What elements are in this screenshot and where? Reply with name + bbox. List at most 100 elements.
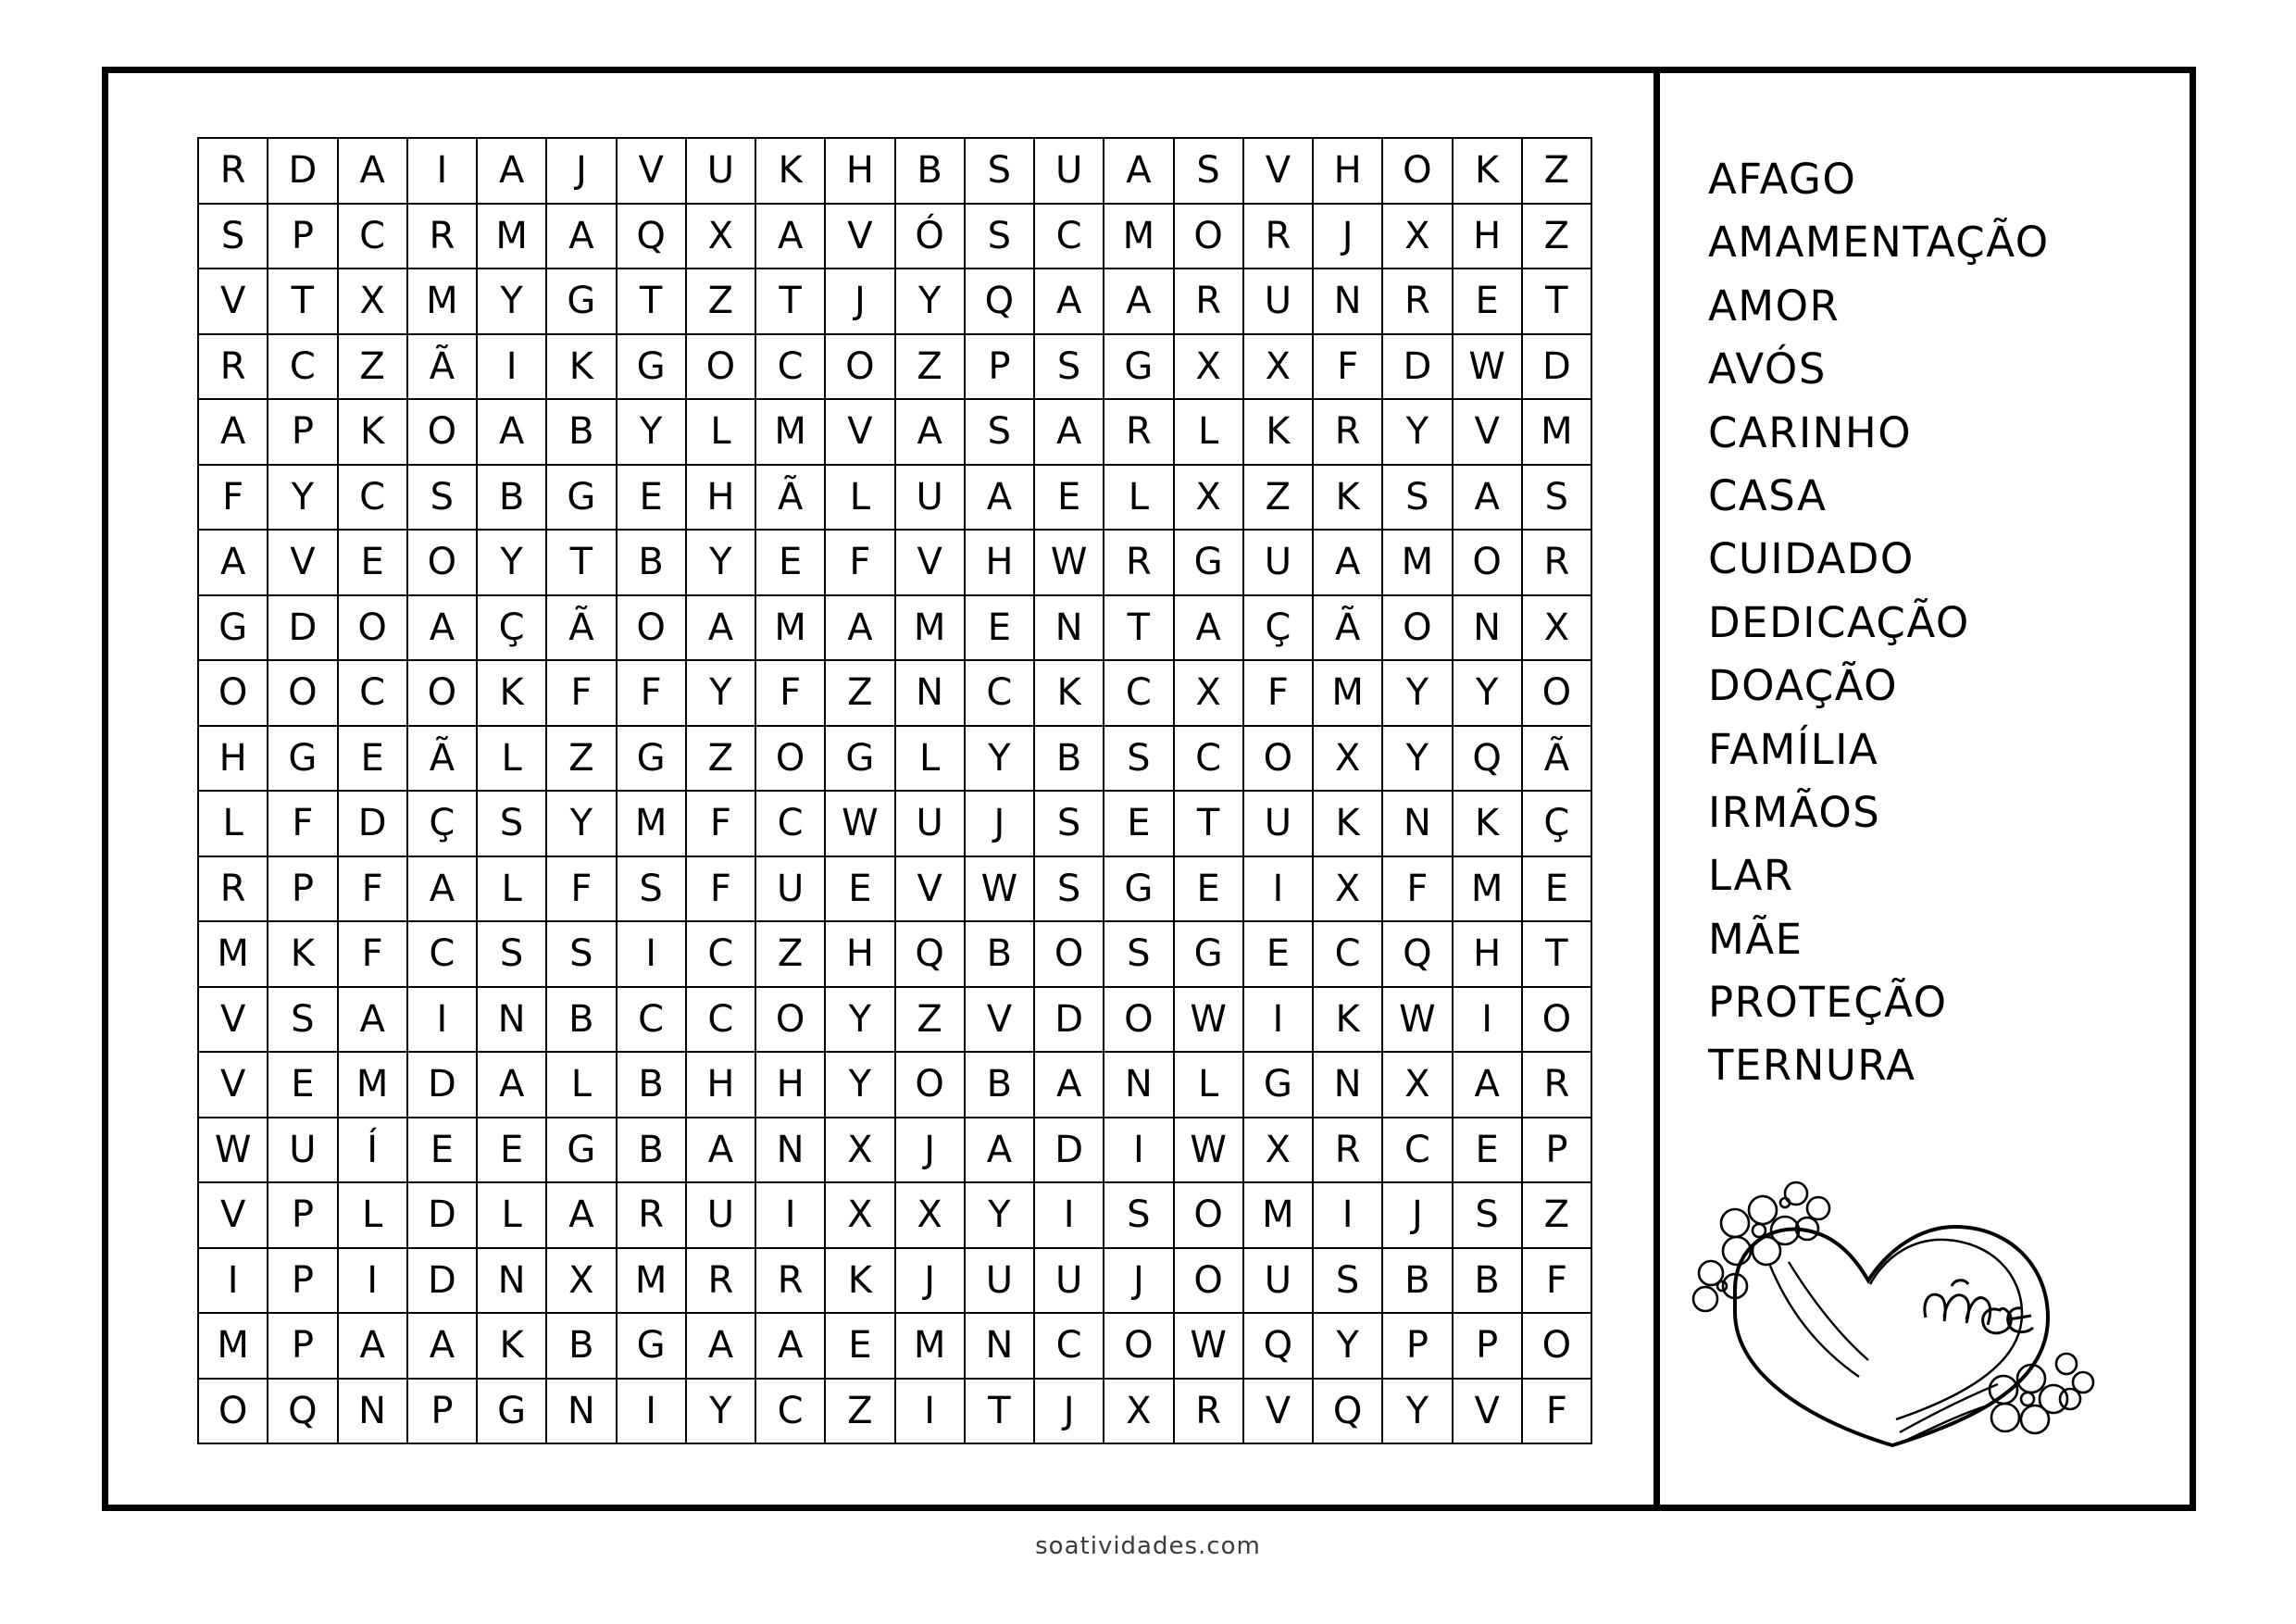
grid-cell[interactable]: H — [684, 463, 757, 531]
grid-cell[interactable]: U — [1032, 137, 1105, 205]
grid-cell[interactable]: V — [1451, 1377, 1523, 1444]
grid-cell[interactable]: H — [684, 1051, 757, 1118]
grid-cell[interactable]: X — [1381, 202, 1454, 269]
grid-cell[interactable]: S — [963, 398, 1036, 466]
grid-cell[interactable]: Y — [1381, 724, 1454, 792]
grid-cell[interactable]: P — [267, 202, 339, 269]
grid-cell[interactable]: M — [1242, 1181, 1315, 1249]
grid-cell[interactable]: W — [1172, 985, 1244, 1053]
grid-cell[interactable]: A — [1032, 268, 1105, 335]
grid-cell[interactable]: A — [824, 593, 896, 661]
grid-cell[interactable]: K — [475, 1312, 548, 1380]
grid-cell[interactable]: Y — [475, 529, 548, 596]
grid-cell[interactable]: L — [336, 1181, 408, 1249]
grid-cell[interactable]: O — [196, 659, 269, 727]
grid-cell[interactable]: M — [196, 1312, 269, 1380]
word-list-item[interactable]: AFAGO — [1708, 148, 2143, 211]
grid-cell[interactable]: G — [615, 1312, 687, 1380]
grid-cell[interactable]: Ç — [1242, 593, 1315, 661]
grid-cell[interactable]: X — [1381, 1051, 1454, 1118]
grid-cell[interactable]: A — [336, 985, 408, 1053]
grid-cell[interactable]: R — [1520, 529, 1593, 596]
grid-cell[interactable]: L — [893, 724, 966, 792]
grid-cell[interactable]: L — [475, 855, 548, 922]
grid-cell[interactable]: Z — [336, 332, 408, 400]
grid-cell[interactable]: M — [406, 268, 479, 335]
grid-cell[interactable]: G — [196, 593, 269, 661]
grid-cell[interactable]: F — [545, 659, 618, 727]
grid-cell[interactable]: C — [754, 332, 827, 400]
grid-cell[interactable]: C — [1032, 202, 1105, 269]
grid-cell[interactable]: O — [1520, 985, 1593, 1053]
grid-cell[interactable]: V — [1451, 398, 1523, 466]
grid-cell[interactable]: S — [1032, 790, 1105, 857]
grid-cell[interactable]: K — [1242, 398, 1315, 466]
grid-cell[interactable]: Ã — [754, 463, 827, 531]
grid-cell[interactable]: E — [267, 1051, 339, 1118]
grid-cell[interactable]: T — [615, 268, 687, 335]
grid-cell[interactable]: K — [336, 398, 408, 466]
grid-cell[interactable]: O — [1520, 659, 1593, 727]
grid-cell[interactable]: A — [1172, 593, 1244, 661]
grid-cell[interactable]: I — [754, 1181, 827, 1249]
grid-cell[interactable]: U — [684, 137, 757, 205]
grid-cell[interactable]: A — [475, 398, 548, 466]
grid-cell[interactable]: X — [684, 202, 757, 269]
grid-cell[interactable]: Y — [963, 724, 1036, 792]
grid-cell[interactable]: O — [196, 1377, 269, 1444]
grid-cell[interactable]: Y — [615, 398, 687, 466]
grid-cell[interactable]: N — [963, 1312, 1036, 1380]
grid-cell[interactable]: J — [824, 268, 896, 335]
grid-cell[interactable]: Ç — [475, 593, 548, 661]
grid-cell[interactable]: Z — [893, 332, 966, 400]
grid-cell[interactable]: F — [1311, 332, 1384, 400]
grid-cell[interactable]: A — [963, 463, 1036, 531]
grid-cell[interactable]: A — [684, 593, 757, 661]
grid-cell[interactable]: N — [1103, 1051, 1175, 1118]
grid-cell[interactable]: E — [963, 593, 1036, 661]
grid-cell[interactable]: I — [1242, 855, 1315, 922]
grid-cell[interactable]: N — [475, 985, 548, 1053]
grid-cell[interactable]: Ã — [406, 724, 479, 792]
grid-cell[interactable]: N — [1381, 790, 1454, 857]
grid-cell[interactable]: Q — [893, 920, 966, 988]
grid-cell[interactable]: Y — [684, 529, 757, 596]
grid-cell[interactable]: S — [1032, 332, 1105, 400]
grid-cell[interactable]: U — [267, 1116, 339, 1183]
grid-cell[interactable]: M — [893, 593, 966, 661]
grid-cell[interactable]: V — [824, 202, 896, 269]
grid-cell[interactable]: Y — [545, 790, 618, 857]
grid-cell[interactable]: P — [1381, 1312, 1454, 1380]
grid-cell[interactable]: C — [684, 920, 757, 988]
word-list-item[interactable]: CARINHO — [1708, 402, 2143, 465]
grid-cell[interactable]: Y — [824, 1051, 896, 1118]
grid-cell[interactable]: Í — [336, 1116, 408, 1183]
grid-cell[interactable]: C — [406, 920, 479, 988]
grid-cell[interactable]: O — [754, 985, 827, 1053]
grid-cell[interactable]: S — [963, 137, 1036, 205]
grid-cell[interactable]: K — [1451, 790, 1523, 857]
grid-cell[interactable]: O — [336, 593, 408, 661]
grid-cell[interactable]: D — [406, 1246, 479, 1314]
grid-cell[interactable]: G — [545, 268, 618, 335]
grid-cell[interactable]: M — [615, 790, 687, 857]
word-list-item[interactable]: TERNURA — [1708, 1034, 2143, 1097]
grid-cell[interactable]: B — [615, 1116, 687, 1183]
grid-cell[interactable]: I — [336, 1246, 408, 1314]
grid-cell[interactable]: C — [336, 202, 408, 269]
grid-cell[interactable]: C — [1172, 724, 1244, 792]
grid-cell[interactable]: X — [1311, 855, 1384, 922]
grid-cell[interactable]: J — [1103, 1246, 1175, 1314]
grid-cell[interactable]: O — [267, 659, 339, 727]
grid-cell[interactable]: B — [545, 985, 618, 1053]
grid-cell[interactable]: V — [824, 398, 896, 466]
grid-cell[interactable]: G — [545, 463, 618, 531]
grid-cell[interactable]: E — [824, 1312, 896, 1380]
grid-cell[interactable]: U — [963, 1246, 1036, 1314]
grid-cell[interactable]: Z — [684, 268, 757, 335]
grid-cell[interactable]: G — [615, 332, 687, 400]
grid-cell[interactable]: S — [406, 463, 479, 531]
grid-cell[interactable]: V — [615, 137, 687, 205]
grid-cell[interactable]: U — [893, 463, 966, 531]
grid-cell[interactable]: N — [893, 659, 966, 727]
